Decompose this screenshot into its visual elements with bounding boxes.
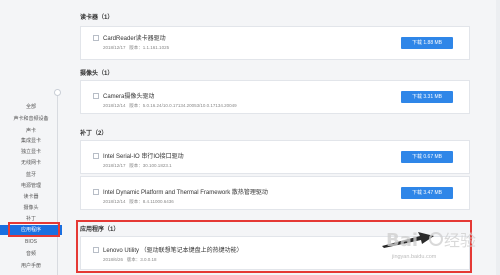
driver-name: Intel Dynamic Platform and Thermal Frame…	[103, 190, 268, 196]
driver-meta: 2018/12/17 版本：30.100.1823.1	[103, 163, 172, 168]
sidebar-item-bluetooth[interactable]: 蓝牙	[0, 170, 62, 180]
sidebar-item-patch[interactable]: 补丁	[0, 214, 62, 224]
watermark-url: jingyan.baidu.com	[392, 254, 437, 260]
download-button[interactable]: 下载 3.47 MB	[401, 187, 453, 199]
driver-checkbox[interactable]	[93, 153, 99, 159]
rail-dot-top	[54, 89, 61, 96]
sidebar-item-camera[interactable]: 摄像头	[0, 203, 62, 213]
baidu-watermark-logo: Bai 经验	[386, 230, 476, 251]
sidebar-item-discrete-gpu[interactable]: 独立显卡	[0, 147, 62, 157]
sidebar-item-bios[interactable]: BIOS	[0, 237, 62, 247]
sidebar-item-sound-card[interactable]: 声卡	[0, 126, 62, 136]
svg-text:Bai: Bai	[386, 230, 418, 251]
download-button[interactable]: 下载 1.88 MB	[401, 37, 453, 49]
driver-meta: 2018/12/14 版本：8.4.11000.6436	[103, 199, 174, 204]
driver-meta: 2018/12/14 版本：5.0.16.24/10.0.17134.20053…	[103, 103, 237, 108]
sidebar-item-integrated-gpu[interactable]: 集成显卡	[0, 136, 62, 146]
scrollbar[interactable]	[496, 0, 500, 275]
driver-card: CardReader读卡器驱动 2018/12/17 版本：1.1.161.10…	[80, 26, 470, 60]
svg-text:经验: 经验	[444, 231, 476, 250]
sidebar-item-card-reader[interactable]: 读卡器	[0, 192, 62, 202]
driver-meta: 2018/6/26 版本：3.0.0.18	[103, 257, 157, 262]
download-button[interactable]: 下载 3.31 MB	[401, 91, 453, 103]
driver-checkbox[interactable]	[93, 247, 99, 253]
sidebar-item-power[interactable]: 电源管理	[0, 181, 62, 191]
driver-card: Intel Serial-IO 串行IO接口驱动 2018/12/17 版本：3…	[80, 140, 470, 174]
driver-name: CardReader读卡器驱动	[103, 36, 166, 42]
section-title-patch: 补丁（2）	[80, 131, 108, 137]
sidebar-item-manual[interactable]: 用户手册	[0, 261, 62, 271]
driver-name: Camera摄像头驱动	[103, 94, 155, 100]
driver-checkbox[interactable]	[93, 93, 99, 99]
section-title-card-reader: 读卡器（1）	[80, 15, 114, 21]
driver-card: Camera摄像头驱动 2018/12/14 版本：5.0.16.24/10.0…	[80, 80, 470, 114]
driver-meta: 2018/12/17 版本：1.1.161.1025	[103, 45, 170, 50]
download-button[interactable]: 下载 0.67 MB	[401, 151, 453, 163]
sidebar-item-all[interactable]: 全部	[0, 102, 62, 112]
driver-card: Intel Dynamic Platform and Thermal Frame…	[80, 176, 470, 210]
driver-checkbox[interactable]	[93, 189, 99, 195]
driver-name: Intel Serial-IO 串行IO接口驱动	[103, 154, 184, 160]
driver-checkbox[interactable]	[93, 35, 99, 41]
section-title-camera: 摄像头（1）	[80, 71, 114, 77]
driver-name: Lenovo Utility （驱动联想笔记本键盘上的热键功能）	[103, 248, 243, 254]
sidebar-nav: 全部 声卡和音频设备 声卡 集成显卡 独立显卡 无线网卡 蓝牙 电源管理 读卡器…	[0, 0, 68, 275]
sidebar-item-audio-devices[interactable]: 声卡和音频设备	[0, 114, 62, 124]
sidebar-item-wireless[interactable]: 无线网卡	[0, 158, 62, 168]
sidebar-item-audio[interactable]: 音频	[0, 249, 62, 259]
section-title-applications: 应用程序（1）	[80, 227, 120, 233]
sidebar-item-applications[interactable]: 应用程序	[0, 225, 62, 235]
